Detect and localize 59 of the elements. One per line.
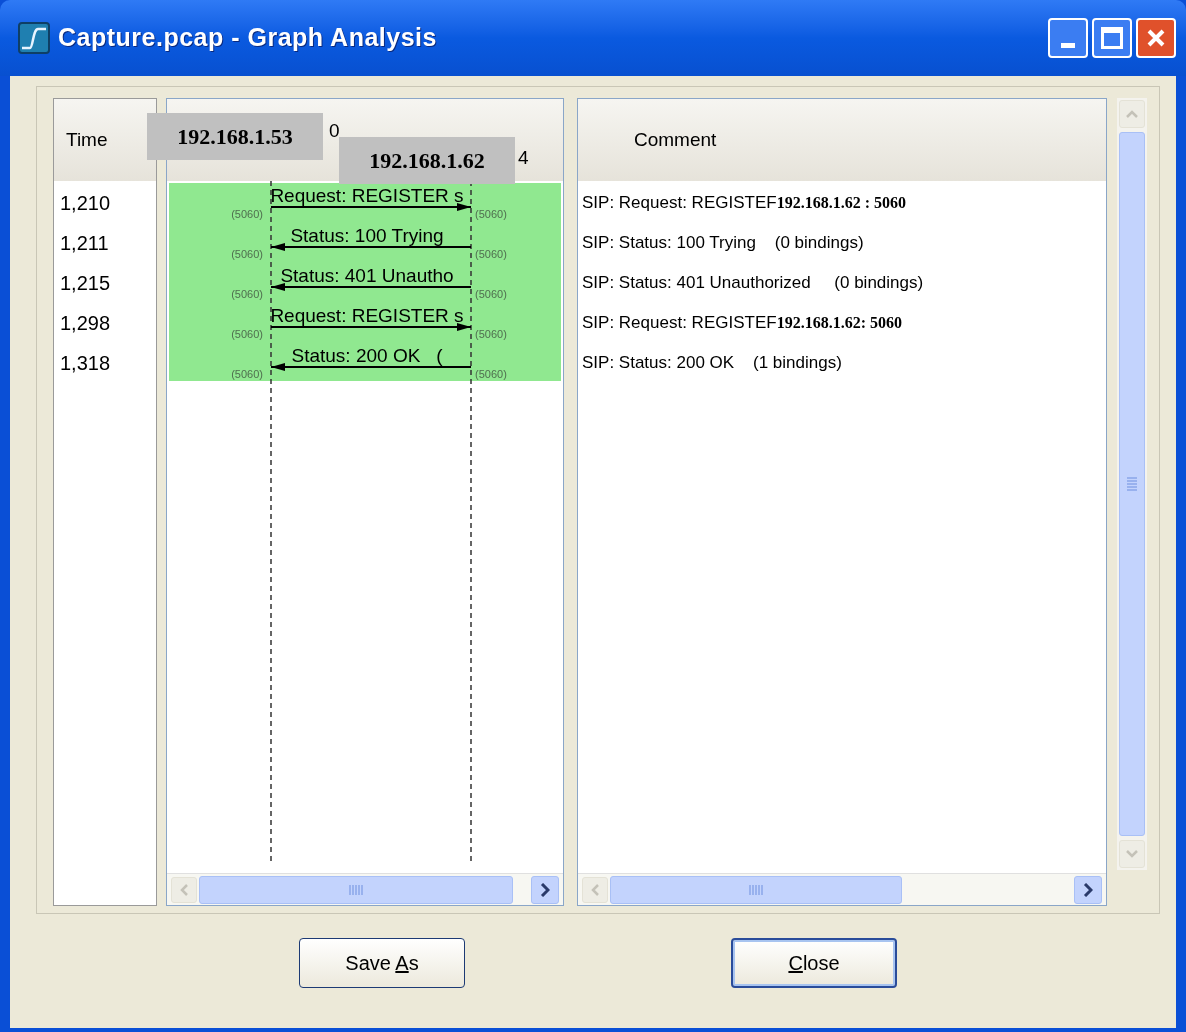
grip-icon [1127,477,1137,491]
message-label: Status: 200 OK ( [290,346,444,365]
port-label: (5060) [231,289,263,300]
dialog-button[interactable]: Close [731,938,897,988]
comment-header: Comment [634,127,717,152]
chevron-left-icon [591,883,599,896]
close-window-button[interactable] [1136,18,1176,58]
grip-icon [749,884,763,895]
scrollbar-thumb[interactable] [199,875,513,904]
close-icon [1146,28,1166,48]
grip-icon [349,884,363,895]
minimize-icon [1061,43,1075,48]
chevron-down-icon [1126,850,1138,858]
time-header: Time [66,127,108,152]
message-label: Request: REGISTER s [269,306,465,325]
port-label: (5060) [231,249,263,260]
port-label: (5060) [475,329,507,340]
chevron-up-icon [1126,110,1138,118]
time-cell-text: 1,298 [60,311,111,336]
comment-cell-text: SIP: Request: REGISTEF192.168.1.62: 5060 [582,312,902,335]
port-label: (5060) [475,209,507,220]
time-cell-text: 1,215 [60,271,111,296]
scrollbar-thumb[interactable] [610,875,902,904]
chevron-right-icon [540,882,550,897]
scroll-right-button[interactable] [1074,875,1102,904]
scrollbar-thumb[interactable] [1119,132,1145,836]
port-label: (5060) [475,369,507,380]
time-cell-text: 1,210 [60,191,111,216]
comment-cell-text: SIP: Status: 100 Trying (0 bindings) [582,232,864,255]
scroll-left-button[interactable] [582,876,608,903]
ip-overlay-label: 192.168.1.53 [147,113,323,160]
port-label: (5060) [231,209,263,220]
chevron-left-icon [180,883,188,896]
time-cell-text: 1,211 [60,231,109,256]
comment-cell-text: SIP: Status: 200 OK (1 bindings) [582,352,842,375]
minimize-button[interactable] [1048,18,1088,58]
host-header: 0 [329,119,340,143]
comment-cell-text: SIP: Request: REGISTEF192.168.1.62 : 5060 [582,192,906,215]
scroll-left-button[interactable] [171,876,197,903]
dialog-button[interactable]: Save As [299,938,465,988]
port-label: (5060) [231,369,263,380]
window-title: Capture.pcap - Graph Analysis [58,22,437,54]
host-header: 4 [518,146,529,170]
port-label: (5060) [475,249,507,260]
port-label: (5060) [231,329,263,340]
maximize-button[interactable] [1092,18,1132,58]
time-cell-text: 1,318 [60,351,111,376]
message-label: Status: 401 Unautho [279,266,455,285]
chevron-right-icon [1083,882,1093,897]
comment-cell-text: SIP: Status: 401 Unauthorized (0 bindings) [582,272,924,295]
maximize-icon [1101,27,1123,49]
message-label: Request: REGISTER s [269,186,465,205]
port-label: (5060) [475,289,507,300]
ip-overlay-label: 192.168.1.62 [339,137,515,184]
scroll-down-button[interactable] [1119,840,1145,868]
scroll-up-button[interactable] [1119,100,1145,128]
scroll-right-button[interactable] [531,875,559,904]
message-label: Status: 100 Trying [289,226,445,245]
app-icon [18,22,50,54]
